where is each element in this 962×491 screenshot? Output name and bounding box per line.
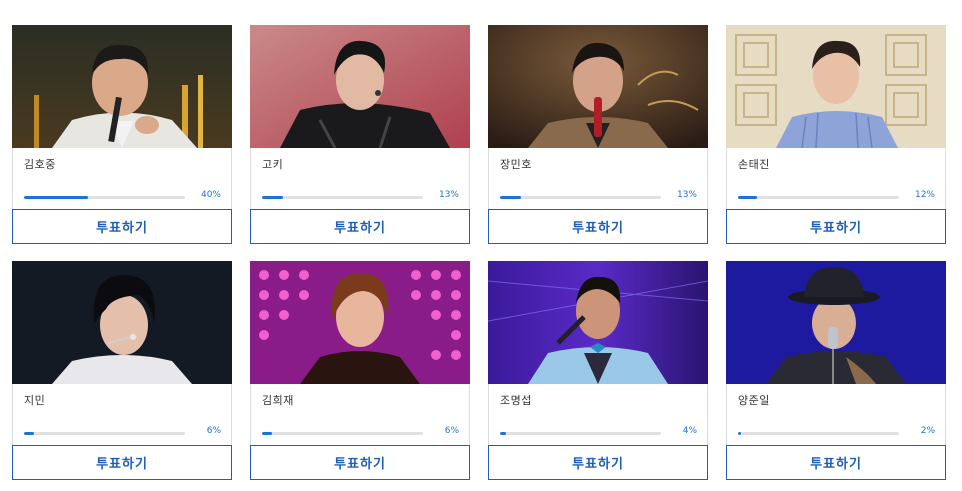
candidate-info: 고키 13% <box>250 148 470 209</box>
vote-percent: 13% <box>438 190 459 200</box>
vote-progress-bar <box>500 196 661 199</box>
vote-percent: 13% <box>676 190 697 200</box>
candidate-photo <box>726 25 946 148</box>
vote-percent: 6% <box>444 426 459 436</box>
candidate-info: 조명섭 4% <box>488 384 708 445</box>
candidate-card: 고키 13% 투표하기 <box>250 25 470 244</box>
vote-progress-fill <box>500 196 521 199</box>
vote-progress-fill <box>500 432 507 435</box>
candidate-card: 조명섭 4% 투표하기 <box>488 261 708 480</box>
candidate-photo <box>12 25 232 148</box>
vote-button[interactable]: 투표하기 <box>12 445 232 480</box>
candidate-info: 지민 6% <box>12 384 232 445</box>
candidate-card: 지민 6% 투표하기 <box>12 261 232 480</box>
vote-progress-bar <box>500 432 661 435</box>
candidate-photo <box>250 261 470 384</box>
candidate-name: 손태진 <box>738 158 770 171</box>
vote-progress-bar <box>738 196 899 199</box>
vote-button[interactable]: 투표하기 <box>250 209 470 244</box>
vote-button[interactable]: 투표하기 <box>12 209 232 244</box>
vote-percent: 12% <box>914 190 935 200</box>
candidate-card: 양준일 2% 투표하기 <box>726 261 946 480</box>
candidate-card: 장민호 13% 투표하기 <box>488 25 708 244</box>
vote-progress-fill <box>262 432 272 435</box>
vote-button[interactable]: 투표하기 <box>250 445 470 480</box>
vote-progress-fill <box>24 432 34 435</box>
candidate-name: 양준일 <box>738 394 770 407</box>
vote-progress-fill <box>262 196 283 199</box>
candidate-photo <box>726 261 946 384</box>
vote-button[interactable]: 투표하기 <box>726 445 946 480</box>
vote-progress-fill <box>738 432 742 435</box>
candidate-photo <box>488 25 708 148</box>
candidate-name: 김희재 <box>262 394 294 407</box>
candidate-info: 장민호 13% <box>488 148 708 209</box>
vote-progress-fill <box>24 196 89 199</box>
candidate-card: 김호중 40% 투표하기 <box>12 25 232 244</box>
candidate-name: 조명섭 <box>500 394 532 407</box>
vote-button[interactable]: 투표하기 <box>488 209 708 244</box>
candidate-name: 장민호 <box>500 158 532 171</box>
vote-percent: 6% <box>206 426 221 436</box>
vote-button[interactable]: 투표하기 <box>726 209 946 244</box>
vote-percent: 2% <box>920 426 935 436</box>
vote-percent: 40% <box>200 190 221 200</box>
candidate-info: 김희재 6% <box>250 384 470 445</box>
vote-progress-bar <box>24 432 185 435</box>
vote-button[interactable]: 투표하기 <box>488 445 708 480</box>
candidate-name: 고키 <box>262 158 284 171</box>
candidate-name: 지민 <box>24 394 46 407</box>
vote-progress-bar <box>24 196 185 199</box>
vote-progress-bar <box>738 432 899 435</box>
candidate-photo <box>250 25 470 148</box>
candidate-card: 손태진 12% 투표하기 <box>726 25 946 244</box>
candidate-grid: 김호중 40% 투표하기 고키 13% 투표하기 장민호 13% 투표하기 손태… <box>12 25 946 480</box>
candidate-info: 손태진 12% <box>726 148 946 209</box>
vote-progress-fill <box>738 196 758 199</box>
candidate-name: 김호중 <box>24 158 56 171</box>
vote-progress-bar <box>262 432 423 435</box>
candidate-photo <box>488 261 708 384</box>
candidate-card: 김희재 6% 투표하기 <box>250 261 470 480</box>
candidate-info: 김호중 40% <box>12 148 232 209</box>
vote-progress-bar <box>262 196 423 199</box>
candidate-info: 양준일 2% <box>726 384 946 445</box>
candidate-photo <box>12 261 232 384</box>
vote-percent: 4% <box>682 426 697 436</box>
